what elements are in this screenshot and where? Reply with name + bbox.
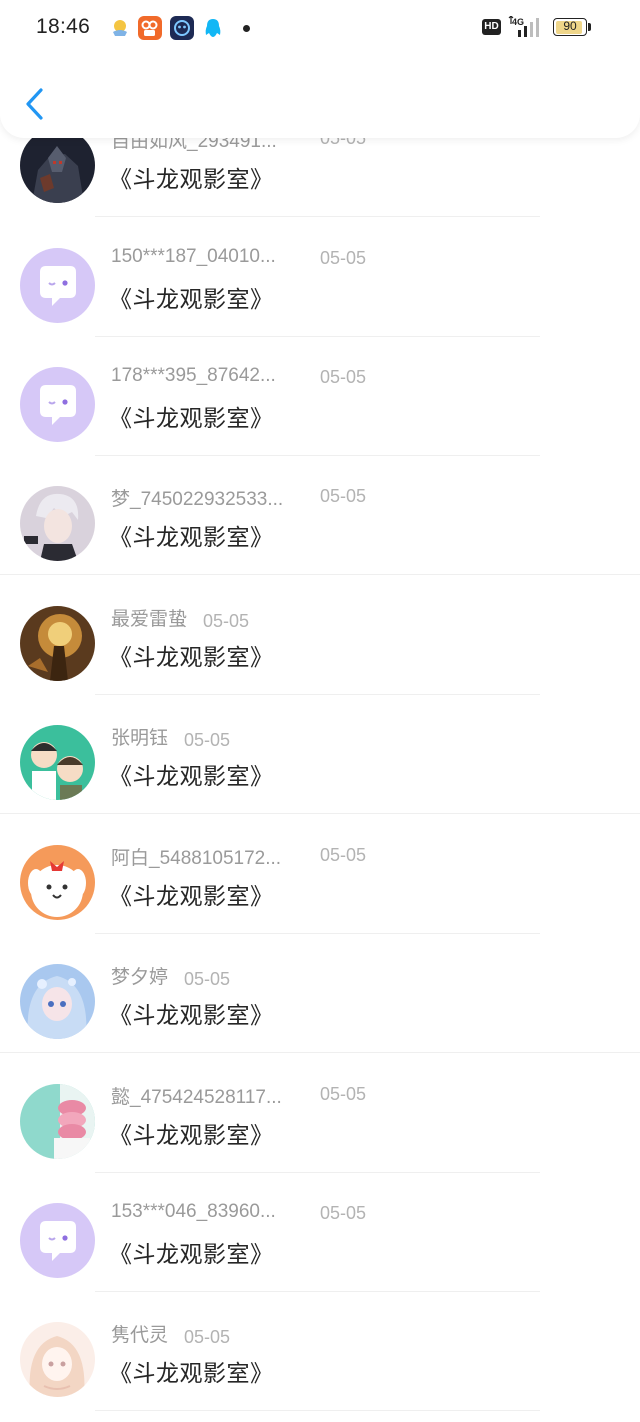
message-preview: 《斗龙观影室》 bbox=[109, 645, 274, 671]
sender-name: 梦_745022932533... bbox=[111, 489, 284, 510]
message-preview: 《斗龙观影室》 bbox=[109, 764, 274, 790]
battery-icon: 90 bbox=[553, 18, 587, 36]
svg-text:4G: 4G bbox=[512, 17, 524, 27]
message-row[interactable]: 178***395_87642... 05-05 《斗龙观影室》 bbox=[0, 337, 640, 456]
message-row[interactable]: 梦_745022932533... 05-05 《斗龙观影室》 bbox=[0, 456, 640, 575]
message-date: 05-05 bbox=[320, 248, 367, 268]
message-row[interactable]: 阿白_5488105172... 05-05 《斗龙观影室》 bbox=[0, 815, 640, 934]
message-row[interactable]: 隽代灵 05-05 《斗龙观影室》 bbox=[0, 1292, 640, 1411]
message-date: 05-05 bbox=[203, 611, 250, 631]
message-date: 05-05 bbox=[320, 367, 367, 387]
default-chat-avatar bbox=[20, 248, 95, 323]
status-bar: 18:46 HD 4G 90 bbox=[0, 0, 640, 58]
back-button[interactable] bbox=[16, 82, 56, 126]
message-date: 05-05 bbox=[320, 486, 367, 506]
sender-name: 150***187_04010... bbox=[111, 246, 276, 267]
sender-name: 懿_475424528117... bbox=[111, 1087, 282, 1108]
message-row[interactable]: 梦夕婷 05-05 《斗龙观影室》 bbox=[0, 934, 640, 1053]
anime-boy-avatar bbox=[20, 486, 95, 561]
sender-name: 178***395_87642... bbox=[111, 365, 276, 386]
cartoon-friends-avatar bbox=[20, 725, 95, 800]
default-chat-avatar bbox=[20, 367, 95, 442]
message-preview: 《斗龙观影室》 bbox=[109, 406, 274, 432]
white-dog-avatar bbox=[20, 845, 95, 920]
signal-4g-icon: 4G bbox=[508, 15, 546, 38]
message-row[interactable]: 150***187_04010... 05-05 《斗龙观影室》 bbox=[0, 218, 640, 337]
pink-anime-girl-avatar bbox=[20, 1322, 95, 1397]
divider bbox=[95, 216, 540, 217]
message-preview: 《斗龙观影室》 bbox=[109, 1242, 274, 1268]
divider bbox=[0, 813, 640, 814]
sender-name: 最爱雷蛰 05-05 bbox=[111, 609, 250, 631]
sender-name: 梦夕婷 05-05 bbox=[111, 967, 231, 989]
weather-app-icon bbox=[108, 16, 132, 40]
status-time: 18:46 bbox=[36, 15, 91, 38]
divider bbox=[0, 574, 640, 575]
golden-scene-avatar bbox=[20, 606, 95, 681]
message-row[interactable]: 153***046_83960... 05-05 《斗龙观影室》 bbox=[0, 1173, 640, 1292]
message-preview: 《斗龙观影室》 bbox=[109, 167, 274, 193]
top-bar: 18:46 HD 4G 90 bbox=[0, 0, 640, 138]
sender-name: 隽代灵 05-05 bbox=[111, 1325, 231, 1347]
message-preview: 《斗龙观影室》 bbox=[109, 287, 274, 313]
message-preview: 《斗龙观影室》 bbox=[109, 1003, 274, 1029]
sender-name: 张明钰 05-05 bbox=[111, 728, 231, 750]
robot-app-icon bbox=[170, 16, 194, 40]
macaron-avatar bbox=[20, 1084, 95, 1159]
message-date: 05-05 bbox=[320, 1084, 367, 1104]
sender-name: 153***046_83960... bbox=[111, 1201, 276, 1222]
divider bbox=[0, 1052, 640, 1053]
message-preview: 《斗龙观影室》 bbox=[109, 525, 274, 551]
message-row[interactable]: 懿_475424528117... 05-05 《斗龙观影室》 bbox=[0, 1054, 640, 1173]
message-preview: 《斗龙观影室》 bbox=[109, 884, 274, 910]
dark-armor-avatar bbox=[20, 128, 95, 203]
default-chat-avatar bbox=[20, 1203, 95, 1278]
message-row[interactable]: 最爱雷蛰 05-05 《斗龙观影室》 bbox=[0, 576, 640, 695]
message-date: 05-05 bbox=[320, 845, 367, 865]
message-date: 05-05 bbox=[184, 969, 231, 989]
kuaishou-app-icon bbox=[138, 16, 162, 40]
message-date: 05-05 bbox=[320, 1203, 367, 1223]
sender-name: 阿白_5488105172... bbox=[111, 848, 282, 869]
battery-tip bbox=[588, 23, 591, 31]
notification-dot bbox=[243, 25, 250, 32]
battery-level: 90 bbox=[563, 19, 577, 33]
message-preview: 《斗龙观影室》 bbox=[109, 1361, 274, 1387]
qq-penguin-icon bbox=[201, 16, 225, 40]
message-list-screen: 自由如风_293491... 05-05 《斗龙观影室》 150***187_0… bbox=[0, 0, 640, 1422]
divider bbox=[95, 1410, 540, 1411]
message-list: 自由如风_293491... 05-05 《斗龙观影室》 150***187_0… bbox=[0, 0, 640, 1422]
chevron-left-icon bbox=[26, 88, 43, 120]
blue-anime-girl-avatar bbox=[20, 964, 95, 1039]
message-date: 05-05 bbox=[184, 730, 231, 750]
message-row[interactable]: 张明钰 05-05 《斗龙观影室》 bbox=[0, 695, 640, 814]
message-date: 05-05 bbox=[184, 1327, 231, 1347]
hd-badge: HD bbox=[482, 19, 501, 35]
message-preview: 《斗龙观影室》 bbox=[109, 1123, 274, 1149]
